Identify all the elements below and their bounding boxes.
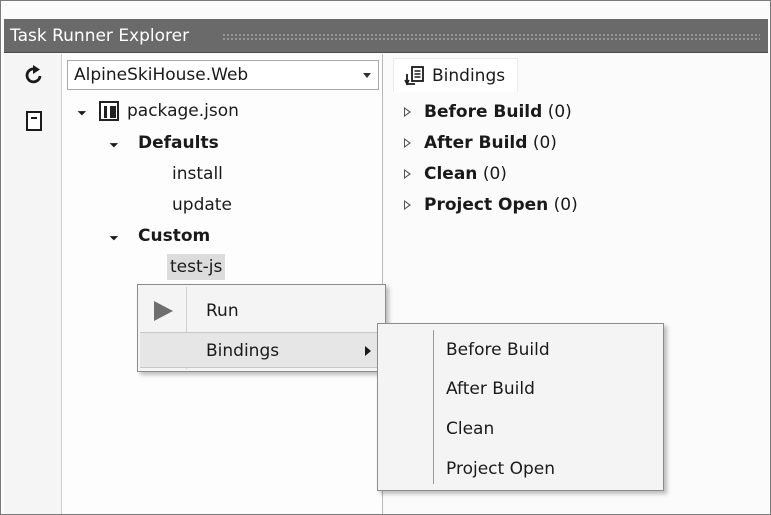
bindings-submenu: Before Build After Build Clean Project O… xyxy=(377,323,664,491)
expand-arrow-icon[interactable] xyxy=(404,200,411,210)
submenu-item-label: Project Open xyxy=(446,459,555,479)
task-runner-explorer-window: Task Runner Explorer AlpineSkiHouse.Web … xyxy=(0,0,771,515)
menu-item-bindings[interactable]: Bindings xyxy=(140,332,383,368)
refresh-icon xyxy=(25,65,42,84)
expand-arrow-icon[interactable] xyxy=(404,138,411,148)
expander-icon[interactable] xyxy=(109,227,123,241)
run-icon xyxy=(154,301,173,321)
project-selector-value: AlpineSkiHouse.Web xyxy=(74,65,249,85)
menu-item-run[interactable]: Run xyxy=(140,293,383,329)
expander-icon[interactable] xyxy=(109,134,123,148)
binding-label: Clean xyxy=(424,164,478,184)
submenu-arrow-icon xyxy=(365,346,371,356)
collapse-all-button[interactable] xyxy=(21,108,47,134)
binding-label: After Build xyxy=(424,133,528,153)
title-bar[interactable]: Task Runner Explorer xyxy=(4,19,768,53)
tree-task-update[interactable]: update xyxy=(172,193,232,217)
submenu-item-label: After Build xyxy=(446,379,535,399)
drag-grip[interactable] xyxy=(222,33,760,40)
bindings-icon xyxy=(404,65,424,86)
tree-node-label: Custom xyxy=(138,226,211,246)
binding-count: (0) xyxy=(482,164,507,184)
binding-label: Before Build xyxy=(424,102,543,122)
tree-task-test-js[interactable]: test-js xyxy=(167,254,226,280)
collapse-icon xyxy=(26,111,42,131)
tree-node-package-json[interactable]: package.json xyxy=(63,99,303,123)
chevron-down-icon[interactable] xyxy=(363,73,371,78)
expander-icon[interactable] xyxy=(77,102,91,116)
context-menu: Run Bindings xyxy=(137,284,386,372)
tab-bindings-label: Bindings xyxy=(432,65,506,86)
expand-arrow-icon[interactable] xyxy=(404,169,411,179)
binding-count: (0) xyxy=(553,195,578,215)
project-selector[interactable]: AlpineSkiHouse.Web xyxy=(67,60,379,90)
tab-bindings[interactable]: Bindings xyxy=(393,58,519,92)
submenu-item-label: Before Build xyxy=(446,340,550,360)
tree-node-defaults[interactable]: Defaults xyxy=(63,131,303,155)
submenu-item-after-build[interactable]: After Build xyxy=(380,371,661,407)
binding-label: Project Open xyxy=(424,195,549,215)
binding-count: (0) xyxy=(547,102,572,122)
menu-item-label: Run xyxy=(206,301,239,321)
tree-node-label: package.json xyxy=(127,101,239,121)
side-toolbar xyxy=(4,54,62,514)
refresh-button[interactable] xyxy=(21,62,47,88)
window-title: Task Runner Explorer xyxy=(10,26,190,46)
submenu-item-project-open[interactable]: Project Open xyxy=(380,451,661,487)
menu-item-label: Bindings xyxy=(206,341,280,361)
submenu-item-label: Clean xyxy=(446,419,495,439)
tree-node-custom[interactable]: Custom xyxy=(63,224,303,248)
tree-task-install[interactable]: install xyxy=(172,162,223,186)
submenu-item-clean[interactable]: Clean xyxy=(380,411,661,447)
tree-node-label: Defaults xyxy=(138,133,219,153)
binding-count: (0) xyxy=(532,133,557,153)
expand-arrow-icon[interactable] xyxy=(404,107,411,117)
package-json-icon xyxy=(99,101,119,121)
submenu-item-before-build[interactable]: Before Build xyxy=(380,332,661,368)
